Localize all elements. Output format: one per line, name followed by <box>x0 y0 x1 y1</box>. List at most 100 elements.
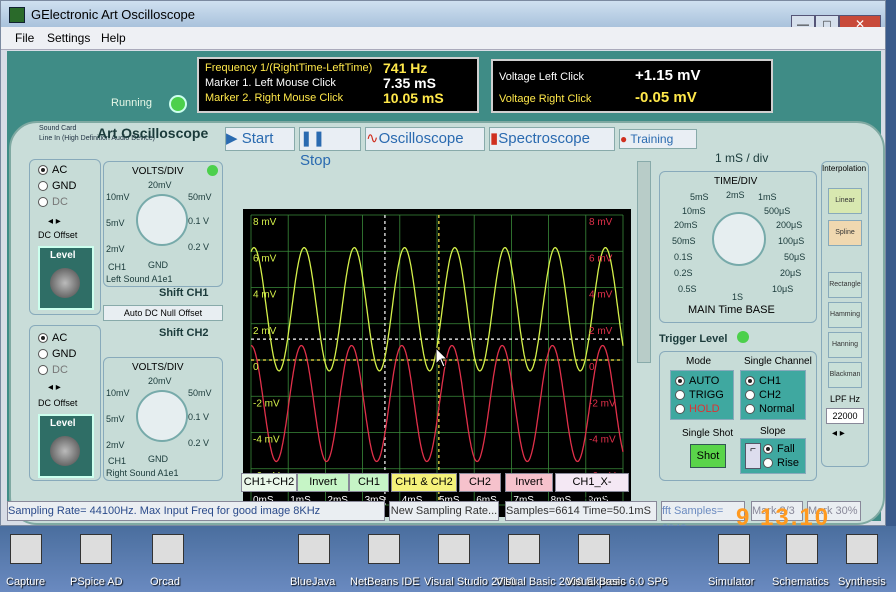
soundcard-label: Sound Card <box>39 125 77 132</box>
camera-date-stamp: 9 13.10 <box>736 504 831 531</box>
panel-title: Art Oscilloscope <box>97 125 209 141</box>
knob-label: 20mV <box>148 376 172 386</box>
ch1-sound-label: Left Sound A1e1 <box>106 274 173 284</box>
sampling-status: Sampling Rate= 44100Hz. Max Input Freq f… <box>7 501 385 521</box>
app-icon <box>718 534 750 564</box>
ch1-volts-knob[interactable] <box>136 194 188 246</box>
knob-icon <box>50 268 80 298</box>
y-label-right: 2 mV <box>589 326 613 337</box>
y-label-right: 8 mV <box>589 217 613 228</box>
rectangle-button[interactable]: Rectangle <box>828 272 862 298</box>
tb-label: 2mS <box>726 190 745 200</box>
menu-settings[interactable]: Settings <box>47 31 90 45</box>
ch1-level-knob[interactable]: Level <box>38 246 94 310</box>
tb-label: 10μS <box>772 284 794 294</box>
xy-mode-button[interactable]: CH1_X-CH2_Y <box>555 473 629 505</box>
label: Rise <box>777 457 800 469</box>
radio-dot <box>745 404 755 415</box>
level-label: Level <box>50 418 76 429</box>
ch1-dc-radio[interactable]: DC <box>38 196 68 208</box>
ch1-arrows[interactable]: ◂ ▸ <box>48 216 61 227</box>
app-icon <box>152 534 184 564</box>
timebase-knob[interactable] <box>712 212 766 266</box>
ch2-gnd-radio[interactable]: GND <box>38 348 76 360</box>
tb-label: 1mS <box>758 192 777 202</box>
slope-rise-radio[interactable]: Rise <box>763 457 799 469</box>
icon-label: Capture <box>6 576 46 588</box>
slope-group: ⌐ Fall Rise <box>740 438 806 474</box>
radio-dot <box>745 376 755 387</box>
ch2-dc-radio[interactable]: DC <box>38 364 68 376</box>
ch1-gnd-radio[interactable]: GND <box>38 180 76 192</box>
shift-ch2-label: Shift CH2 <box>159 327 209 339</box>
single-ch2-radio[interactable]: CH2 <box>745 389 781 401</box>
menu-help[interactable]: Help <box>101 31 126 45</box>
hanning-button[interactable]: Hanning <box>828 332 862 358</box>
freq-value: 741 Hz <box>383 60 428 76</box>
tb-label: 50mS <box>672 236 696 246</box>
tb-label: 200μS <box>776 220 803 230</box>
invert-ch2-button[interactable]: Invert <box>505 473 553 492</box>
main-timebase-label: MAIN Time BASE <box>688 304 775 316</box>
ch1-ac-radio[interactable]: AC <box>38 164 67 176</box>
knob-label: 5mV <box>106 414 125 424</box>
ch2-level-knob[interactable]: Level <box>38 414 94 478</box>
ch1-button[interactable]: CH1 <box>349 473 389 492</box>
icon-label: Synthesis <box>838 576 886 588</box>
client-area: Running Frequency 1/(RightTime-LeftTime)… <box>7 51 885 525</box>
label: Normal <box>759 403 795 415</box>
voltage-right-label: Voltage Right Click <box>499 93 592 105</box>
trigger-led <box>737 331 749 343</box>
spline-button[interactable]: Spline <box>828 220 862 246</box>
ch1-and-ch2-button[interactable]: CH1 & CH2 <box>391 473 457 492</box>
new-sampling-rate-button[interactable]: New Sampling Rate... <box>389 501 499 521</box>
stop-button[interactable]: ❚❚ Stop <box>299 127 361 169</box>
ch1-plus-ch2-button[interactable]: CH1+CH2 <box>241 473 297 492</box>
knob-label: CH1 <box>108 262 127 272</box>
lpf-input[interactable]: 22000 <box>826 408 864 424</box>
radio-dot <box>38 197 48 208</box>
auto-dc-null-button[interactable]: Auto DC Null Offset <box>103 305 223 321</box>
training-button[interactable]: ● Training <box>619 129 697 149</box>
icon-label: BlueJava <box>290 576 336 588</box>
start-button[interactable]: ▶ Start <box>225 127 295 151</box>
start-label: Start <box>241 130 274 147</box>
menu-file[interactable]: File <box>15 31 34 45</box>
icon-label: PSpice AD <box>70 576 123 588</box>
single-normal-radio[interactable]: Normal <box>745 403 794 415</box>
mode-hold-radio[interactable]: HOLD <box>675 403 720 415</box>
y-label-right: 6 mV <box>589 253 613 264</box>
knob-label: 0.1 V <box>188 412 210 422</box>
shot-button[interactable]: Shot <box>690 444 726 468</box>
invert-ch1-button[interactable]: Invert <box>297 473 349 492</box>
hamming-button[interactable]: Hamming <box>828 302 862 328</box>
ch2-arrows[interactable]: ◂ ▸ <box>48 382 61 393</box>
ch2-ac-radio[interactable]: AC <box>38 332 67 344</box>
radio-dot <box>675 404 685 415</box>
label: AC <box>52 164 68 176</box>
oscilloscope-tab[interactable]: ∿Oscilloscope <box>365 127 485 151</box>
mode-auto-radio[interactable]: AUTO <box>675 375 719 387</box>
icon-label: Orcad <box>150 576 180 588</box>
spectroscope-tab[interactable]: ▮Spectroscope <box>489 127 615 151</box>
ch2-button[interactable]: CH2 <box>459 473 501 492</box>
mode-trigg-radio[interactable]: TRIGG <box>675 389 724 401</box>
menu-bar: File Settings Help <box>1 27 885 50</box>
lpf-arrows[interactable]: ◂ ▸ <box>832 428 845 439</box>
icon-label: NetBeans IDE <box>350 576 420 588</box>
slope-fall-radio[interactable]: Fall <box>763 443 795 455</box>
single-ch1-radio[interactable]: CH1 <box>745 375 781 387</box>
level-label: Level <box>50 250 76 261</box>
knob-label: 2mV <box>106 440 125 450</box>
knob-label: CH1 <box>108 456 127 466</box>
app-icon <box>578 534 610 564</box>
ch2-volts-knob[interactable] <box>136 390 188 442</box>
label: HOLD <box>689 403 720 415</box>
blackman-button[interactable]: Blackman <box>828 362 862 388</box>
app-window: GElectronic Art Oscilloscope — □ ✕ File … <box>0 0 886 535</box>
linear-button[interactable]: Linear <box>828 188 862 214</box>
ch1-led <box>207 165 218 176</box>
ch2-sound-label: Right Sound A1e1 <box>106 468 179 478</box>
knob-label: 0.1 V <box>188 216 210 226</box>
trigger-level-slider[interactable] <box>637 161 651 363</box>
